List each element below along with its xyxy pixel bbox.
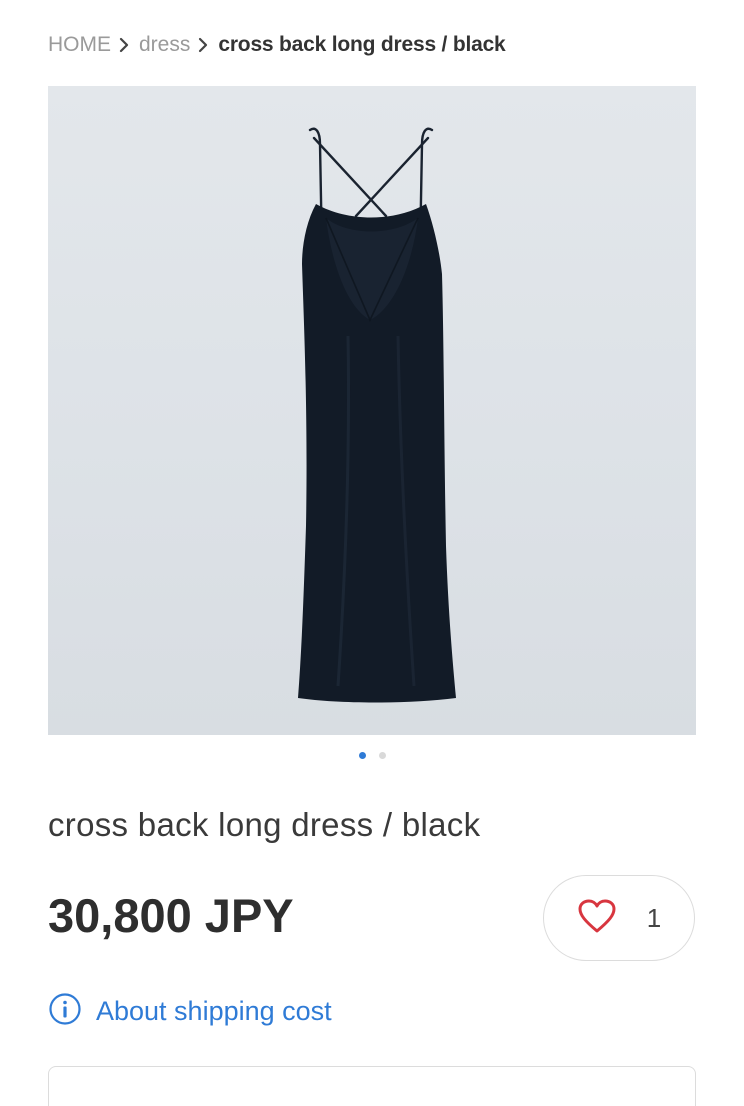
breadcrumb-home-link[interactable]: HOME	[48, 33, 111, 57]
breadcrumb-category-link[interactable]: dress	[139, 33, 190, 57]
shipping-cost-link[interactable]: About shipping cost	[48, 992, 332, 1031]
like-count: 1	[646, 902, 662, 933]
info-circle-icon	[48, 992, 82, 1031]
product-title: cross back long dress / black	[48, 806, 481, 843]
like-button[interactable]: 1	[543, 875, 695, 961]
product-price: 30,800 JPY	[48, 889, 294, 942]
heart-outline-icon	[577, 898, 617, 939]
dress-illustration	[298, 127, 456, 703]
carousel-dots	[0, 752, 744, 759]
chevron-right-icon	[119, 37, 129, 53]
product-image[interactable]	[48, 86, 696, 735]
chevron-right-icon	[198, 37, 208, 53]
breadcrumb-current: cross back long dress / black	[218, 33, 506, 56]
breadcrumb: HOME dress cross back long dress / black	[48, 30, 506, 60]
carousel-dot-1[interactable]	[358, 752, 366, 759]
options-panel	[48, 1066, 696, 1106]
shipping-cost-label: About shipping cost	[96, 996, 332, 1026]
carousel-dot-2[interactable]	[378, 752, 386, 759]
